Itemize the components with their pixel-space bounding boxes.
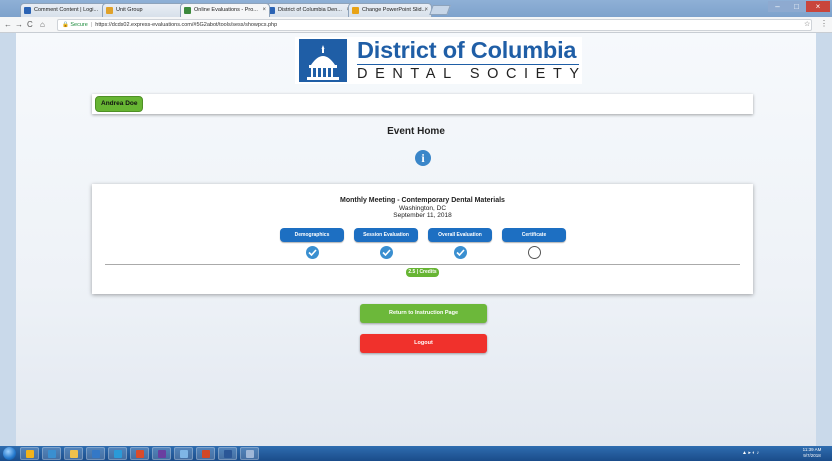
- browser-tab-active[interactable]: Online Evaluations - Pro... ×: [180, 3, 270, 17]
- web-page: District of Columbia DENTAL SOCIETY Andr…: [16, 33, 816, 446]
- tab-label: Comment Content | Logi...: [34, 7, 99, 13]
- user-bar: Andrea Doe: [92, 94, 753, 114]
- browser-tab[interactable]: District of Columbia Den... ×: [264, 3, 354, 17]
- event-card: Monthly Meeting - Contemporary Dental Ma…: [92, 184, 753, 294]
- logout-button[interactable]: Logout: [360, 334, 487, 353]
- browser-tab[interactable]: Comment Content | Logi... ×: [20, 3, 114, 17]
- tab-favicon-icon: [352, 7, 359, 14]
- taskbar-app-icon[interactable]: [20, 447, 39, 460]
- taskbar-app-icon[interactable]: [152, 447, 171, 460]
- meeting-title: Monthly Meeting - Contemporary Dental Ma…: [340, 197, 505, 204]
- overall-evaluation-button[interactable]: Overall Evaluation: [428, 228, 492, 242]
- logo-subtitle: DENTAL SOCIETY: [357, 66, 587, 82]
- empty-circle-icon: [528, 246, 541, 259]
- url-text: https://dcds02.express-evaluations.com/#…: [95, 22, 278, 28]
- browser-titlebar: Comment Content | Logi... × Unit Group ×…: [0, 0, 832, 17]
- taskbar-app-icon[interactable]: [64, 447, 83, 460]
- tab-close-icon[interactable]: ×: [262, 4, 266, 17]
- browser-tab[interactable]: Change PowerPoint Slid... ×: [348, 3, 432, 17]
- address-bar[interactable]: 🔒 Secure | https://dcds02.express-evaluati…: [57, 19, 812, 31]
- tab-favicon-icon: [184, 7, 191, 14]
- taskbar-app-icon[interactable]: [108, 447, 127, 460]
- demographics-button[interactable]: Demographics: [280, 228, 344, 242]
- taskbar-app-icon[interactable]: [42, 447, 61, 460]
- tab-label: District of Columbia Den...: [278, 7, 342, 13]
- forward-arrow-icon[interactable]: →: [15, 19, 23, 31]
- taskbar-app-icon[interactable]: [240, 447, 259, 460]
- meeting-date: September 11, 2018: [393, 212, 452, 219]
- maximize-button[interactable]: □: [787, 1, 806, 12]
- taskbar-app-icon[interactable]: [86, 447, 105, 460]
- secure-label: Secure: [70, 22, 88, 28]
- clock-date: 9/7/2018: [803, 453, 821, 458]
- taskbar-app-icon[interactable]: [174, 447, 193, 460]
- minimize-button[interactable]: –: [768, 1, 787, 12]
- taskbar-app-icon[interactable]: [130, 447, 149, 460]
- reload-icon[interactable]: C: [27, 19, 33, 31]
- session-evaluation-button[interactable]: Session Evaluation: [354, 228, 418, 242]
- tab-label: Change PowerPoint Slid...: [362, 7, 427, 13]
- taskbar-app-icon[interactable]: [218, 447, 237, 460]
- credits-badge: 2.5 | Credits: [406, 268, 439, 277]
- check-circle-icon: [306, 246, 319, 259]
- tab-favicon-icon: [106, 7, 113, 14]
- tab-label: Online Evaluations - Pro...: [194, 7, 258, 13]
- new-tab-button[interactable]: [429, 5, 451, 15]
- bookmark-star-icon[interactable]: ☆: [804, 20, 810, 28]
- browser-tab[interactable]: Unit Group ×: [102, 3, 192, 17]
- return-to-instruction-button[interactable]: Return to Instruction Page: [360, 304, 487, 323]
- logo-title: District of Columbia: [357, 37, 577, 63]
- society-logo: District of Columbia DENTAL SOCIETY: [295, 37, 582, 84]
- tab-label: Unit Group: [116, 7, 143, 13]
- user-name-badge[interactable]: Andrea Doe: [95, 96, 144, 112]
- system-tray[interactable]: ▲ ▸ ◐ ♪: [742, 450, 759, 456]
- info-icon[interactable]: i: [415, 150, 431, 166]
- taskbar-clock[interactable]: 11:39 AM 9/7/2018: [797, 447, 827, 459]
- start-button-icon[interactable]: [3, 447, 16, 460]
- taskbar-app-icon[interactable]: [196, 447, 215, 460]
- tab-close-icon[interactable]: ×: [424, 4, 428, 17]
- browser-toolbar: ← → C ⌂ 🔒 Secure | https://dcds02.express-…: [0, 17, 832, 33]
- check-circle-icon: [454, 246, 467, 259]
- home-icon[interactable]: ⌂: [40, 19, 45, 31]
- tab-favicon-icon: [24, 7, 31, 14]
- card-divider: [105, 264, 740, 265]
- certificate-button[interactable]: Certificate: [502, 228, 566, 242]
- windows-taskbar: ▲ ▸ ◐ ♪ 11:39 AM 9/7/2018: [0, 446, 832, 461]
- close-window-button[interactable]: ×: [806, 1, 830, 12]
- back-arrow-icon[interactable]: ←: [4, 19, 12, 31]
- lock-icon: 🔒: [62, 22, 69, 28]
- capitol-dome-icon: [299, 39, 347, 82]
- logo-divider: [357, 64, 579, 65]
- meeting-location: Washington, DC: [398, 205, 447, 212]
- check-circle-icon: [380, 246, 393, 259]
- browser-menu-icon[interactable]: ⋮: [820, 19, 828, 28]
- page-title: Event Home: [387, 126, 445, 137]
